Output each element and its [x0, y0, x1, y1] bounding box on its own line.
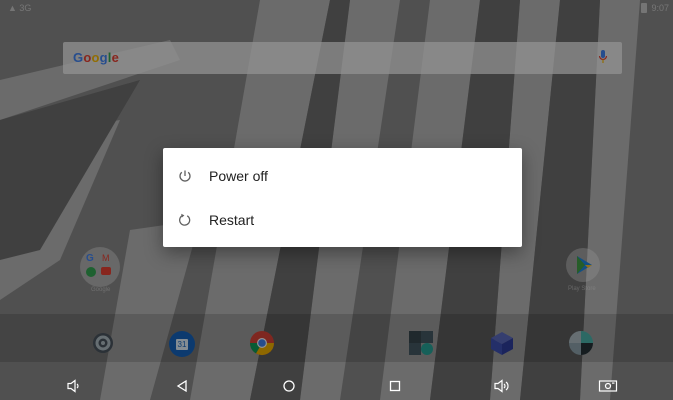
power-off-button[interactable]: Power off — [163, 154, 522, 198]
power-off-label: Power off — [209, 168, 268, 184]
screenshot-icon[interactable] — [598, 376, 618, 396]
restart-button[interactable]: Restart — [163, 198, 522, 242]
volume-down-icon[interactable] — [64, 376, 84, 396]
restart-icon — [179, 213, 191, 226]
power-icon — [179, 170, 191, 182]
home-icon[interactable] — [279, 376, 299, 396]
restart-label: Restart — [209, 212, 255, 228]
power-menu-dialog: Power off Restart — [163, 148, 522, 247]
recents-icon[interactable] — [385, 376, 405, 396]
navigation-bar — [0, 371, 673, 400]
back-icon[interactable] — [172, 376, 192, 396]
volume-up-icon[interactable] — [492, 376, 512, 396]
